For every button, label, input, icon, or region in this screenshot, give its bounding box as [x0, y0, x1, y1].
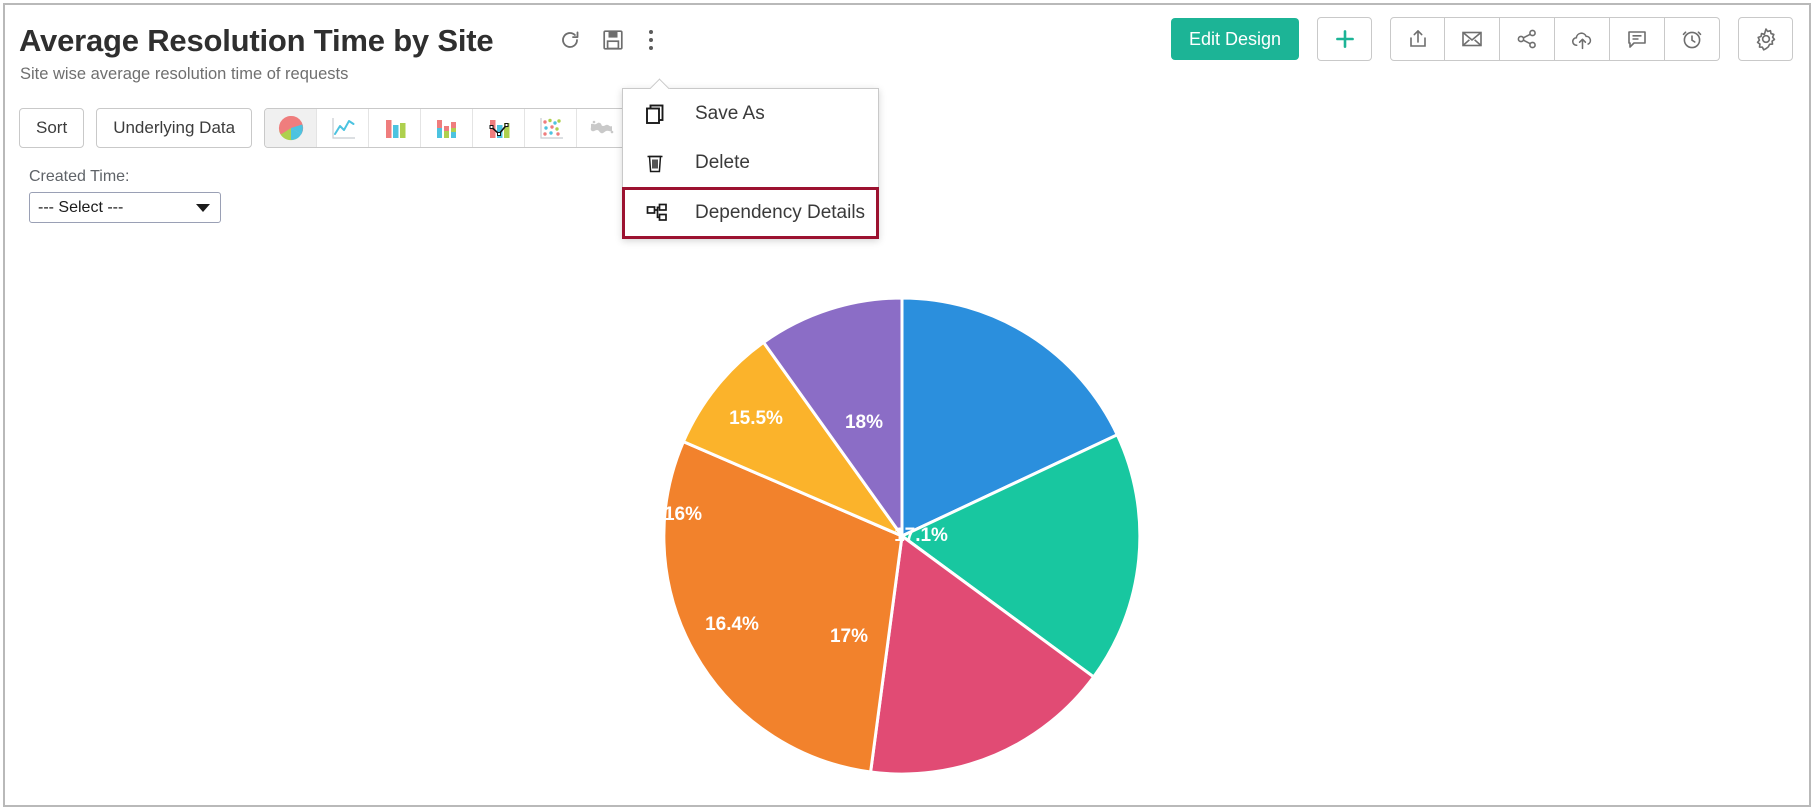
save-icon[interactable]: [600, 27, 626, 53]
sort-button[interactable]: Sort: [19, 108, 85, 148]
comments-button[interactable]: [1610, 17, 1665, 61]
filter-label: Created Time:: [29, 168, 130, 185]
dependency-icon: [645, 201, 675, 225]
menu-item-save-as[interactable]: Save As: [623, 89, 878, 138]
share-button[interactable]: [1500, 17, 1555, 61]
header-toolbar: Edit Design: [1170, 17, 1793, 61]
app-window: Average Resolution Time by Site Site wis…: [3, 3, 1811, 807]
chart-type-line[interactable]: [317, 109, 370, 147]
export-button[interactable]: [1390, 17, 1445, 61]
chart-area: 18% 17.1% 17% 16.4% 16% 15.5%: [5, 255, 1809, 805]
trash-icon: [643, 151, 673, 175]
add-button[interactable]: [1317, 17, 1372, 61]
title-action-group: [557, 27, 659, 53]
schedule-button[interactable]: [1665, 17, 1720, 61]
menu-item-label: Delete: [695, 151, 750, 173]
page-header: Average Resolution Time by Site Site wis…: [5, 5, 1809, 105]
menu-arrow: [650, 78, 670, 89]
publish-button[interactable]: [1555, 17, 1610, 61]
filter-section: Created Time: --- Select ---: [29, 168, 221, 223]
menu-item-delete[interactable]: Delete: [623, 138, 878, 187]
pie-chart[interactable]: 18% 17.1% 17% 16.4% 16% 15.5%: [661, 295, 1143, 777]
page-subtitle: Site wise average resolution time of req…: [20, 65, 349, 83]
created-time-select[interactable]: --- Select ---: [29, 192, 221, 223]
edit-design-button[interactable]: Edit Design: [1170, 18, 1299, 60]
underlying-data-button[interactable]: Underlying Data: [96, 108, 253, 148]
menu-item-label: Save As: [695, 102, 765, 124]
copy-icon: [643, 102, 673, 126]
settings-button[interactable]: [1738, 17, 1793, 61]
chart-toolbar: Sort Underlying Data: [19, 108, 631, 148]
chart-type-combo[interactable]: [473, 109, 526, 147]
share-actions-group: [1390, 17, 1720, 61]
chart-type-scatter[interactable]: [525, 109, 578, 147]
chart-type-stacked-bar[interactable]: [421, 109, 474, 147]
menu-item-label: Dependency Details: [695, 202, 866, 223]
email-button[interactable]: [1445, 17, 1500, 61]
chart-type-selector: [264, 108, 631, 148]
chevron-down-icon: [196, 203, 210, 212]
chart-type-pie[interactable]: [265, 109, 318, 147]
context-menu: Save As Delete Dependency Details: [622, 88, 879, 239]
menu-item-dependency-details[interactable]: Dependency Details: [622, 187, 879, 239]
created-time-select-value: --- Select ---: [38, 198, 124, 216]
page-title: Average Resolution Time by Site: [19, 23, 494, 58]
more-options-icon[interactable]: [643, 28, 659, 52]
pie-chart-svg: [662, 296, 1142, 776]
chart-type-bar[interactable]: [369, 109, 422, 147]
refresh-icon[interactable]: [557, 27, 583, 53]
